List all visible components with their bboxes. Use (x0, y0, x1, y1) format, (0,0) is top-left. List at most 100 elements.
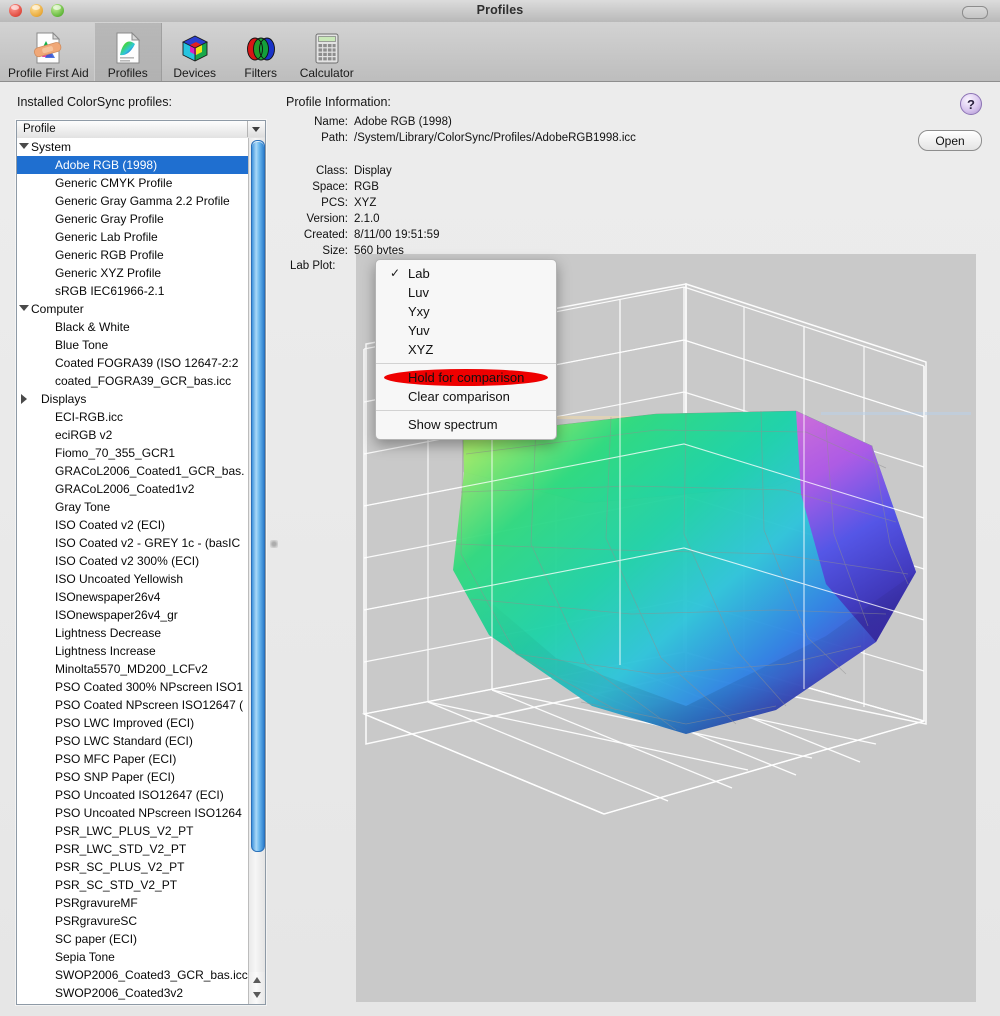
profile-group-row[interactable]: Computer (17, 300, 250, 318)
profile-list-item[interactable]: PSO Uncoated NPscreen ISO1264 (17, 804, 250, 822)
toolbar-item-calculator[interactable]: Calculator (294, 23, 360, 81)
toolbar-label: Profiles (107, 66, 148, 80)
profile-list-item[interactable]: ISOnewspaper26v4 (17, 588, 250, 606)
toolbar-item-filters[interactable]: Filters (228, 23, 294, 81)
profile-list-item[interactable]: SWOP2006_Coated3_GCR_bas.icc (17, 966, 250, 984)
profile-item-label: PSR_LWC_PLUS_V2_PT (55, 824, 194, 838)
profile-list-item[interactable]: PSR_SC_PLUS_V2_PT (17, 858, 250, 876)
open-button[interactable]: Open (918, 130, 982, 151)
profile-list-item[interactable]: eciRGB v2 (17, 426, 250, 444)
profile-list-item[interactable]: PSO Uncoated ISO12647 (ECI) (17, 786, 250, 804)
menu-item[interactable]: Luv (376, 283, 556, 302)
profile-info-key: Version: (306, 213, 348, 225)
profile-item-label: Blue Tone (55, 338, 109, 352)
toolbar-item-profiles[interactable]: Profiles (93, 23, 162, 81)
profile-list-item[interactable]: PSO MFC Paper (ECI) (17, 750, 250, 768)
profile-list-item[interactable]: Generic Gray Gamma 2.2 Profile (17, 192, 250, 210)
profile-list-item[interactable]: GRACoL2006_Coated1_GCR_bas. (17, 462, 250, 480)
profile-group-row[interactable]: System (17, 138, 250, 156)
profile-list-item[interactable]: ISO Coated v2 - GREY 1c - (basIC (17, 534, 250, 552)
colorsync-profiles-window: Profiles Profile First Aid Profiles Devi… (0, 0, 1000, 1016)
menu-item[interactable]: ✓ Lab (376, 264, 556, 283)
profile-list-item[interactable]: PSR_LWC_STD_V2_PT (17, 840, 250, 858)
profile-list-item[interactable]: Sepia Tone (17, 948, 250, 966)
profile-list-item[interactable]: ISO Coated v2 300% (ECI) (17, 552, 250, 570)
profile-list-item[interactable]: ISO Coated v2 (ECI) (17, 516, 250, 534)
help-button[interactable]: ? (960, 93, 982, 115)
profile-item-label: Coated FOGRA39 (ISO 12647-2:2 (55, 356, 239, 370)
profile-list-item[interactable]: Lightness Decrease (17, 624, 250, 642)
profile-info-key: Space: (312, 181, 348, 193)
profile-list-item[interactable]: Black & White (17, 318, 250, 336)
profiles-list[interactable]: Profile System Adobe RGB (1998) Generic CM… (16, 120, 266, 1005)
profile-list-item[interactable]: Gray Tone (17, 498, 250, 516)
profile-list-item[interactable]: Generic Gray Profile (17, 210, 250, 228)
toolbar-item-devices[interactable]: Devices (162, 23, 228, 81)
menu-item[interactable]: Clear comparison (376, 387, 556, 406)
profile-list-item[interactable]: PSR_SC_STD_V2_PT (17, 876, 250, 894)
menu-item-label: Luv (408, 285, 429, 300)
profile-list-item[interactable]: PSR_LWC_PLUS_V2_PT (17, 822, 250, 840)
profile-list-item[interactable]: ECI-RGB.icc (17, 408, 250, 426)
disclosure-triangle-open-icon[interactable] (19, 143, 29, 149)
scrollbar-thumb[interactable] (251, 140, 265, 852)
toolbar-toggle-button[interactable] (962, 6, 988, 19)
toolbar-item-profile-first-aid[interactable]: Profile First Aid (3, 23, 94, 81)
profile-info-row: Space: RGB (286, 179, 906, 195)
profile-info-row: Name: Adobe RGB (1998) (286, 114, 906, 130)
menu-item[interactable]: Yxy (376, 302, 556, 321)
disclosure-triangle-closed-icon[interactable] (21, 394, 27, 404)
profile-list-item[interactable]: Coated FOGRA39 (ISO 12647-2:2 (17, 354, 250, 372)
profile-list-item[interactable]: PSRgravureSC (17, 912, 250, 930)
profile-list-item[interactable]: sRGB IEC61966-2.1 (17, 282, 250, 300)
profile-list-item[interactable]: Generic RGB Profile (17, 246, 250, 264)
profile-list-item[interactable]: PSRgravureMF (17, 894, 250, 912)
profile-list-item[interactable]: ISOnewspaper26v4_gr (17, 606, 250, 624)
profile-info-value: 8/11/00 19:51:59 (354, 229, 440, 241)
profile-list-item[interactable]: ISO Uncoated Yellowish (17, 570, 250, 588)
profile-group-row[interactable]: Displays (17, 390, 250, 408)
profile-list-item[interactable]: Minolta5570_MD200_LCFv2 (17, 660, 250, 678)
lab-plot-popup-menu[interactable]: ✓ Lab Luv Yxy Yuv XYZ Hold for comparison Clear… (375, 259, 557, 440)
disclosure-triangle-open-icon[interactable] (19, 305, 29, 311)
profile-info-row: PCS: XYZ (286, 195, 906, 211)
profile-list-item[interactable]: Blue Tone (17, 336, 250, 354)
profile-list-item[interactable]: Lightness Increase (17, 642, 250, 660)
menu-item[interactable]: XYZ (376, 340, 556, 359)
profile-list-item[interactable]: Generic Lab Profile (17, 228, 250, 246)
profile-list-item[interactable]: Fiomo_70_355_GCR1 (17, 444, 250, 462)
menu-item[interactable]: Hold for comparison (376, 368, 556, 387)
profile-item-label: coated_FOGRA39_GCR_bas.icc (55, 374, 232, 388)
profile-list-item[interactable]: PSO Coated NPscreen ISO12647 ( (17, 696, 250, 714)
profiles-list-body[interactable]: System Adobe RGB (1998) Generic CMYK Profi… (17, 138, 250, 1004)
window-title: Profiles (476, 3, 524, 17)
profile-item-label: Adobe RGB (1998) (55, 158, 158, 172)
scrollbar-arrows[interactable] (249, 972, 265, 1004)
profile-list-item[interactable]: PSO Coated 300% NPscreen ISO1 (17, 678, 250, 696)
profile-item-label: Lightness Increase (55, 644, 156, 658)
profile-list-item[interactable]: GRACoL2006_Coated1v2 (17, 480, 250, 498)
profile-list-item[interactable]: PSO LWC Improved (ECI) (17, 714, 250, 732)
scroll-down-icon[interactable] (253, 992, 261, 998)
profile-list-item[interactable]: PSO LWC Standard (ECI) (17, 732, 250, 750)
profiles-icon (113, 31, 143, 65)
profile-list-item[interactable]: Adobe RGB (1998) (17, 156, 250, 174)
profile-item-label: PSR_SC_STD_V2_PT (55, 878, 178, 892)
pane-splitter-handle[interactable] (270, 540, 278, 548)
profile-list-item[interactable]: SWOP2006_Coated3v2 (17, 984, 250, 1002)
menu-item[interactable]: Show spectrum (376, 415, 556, 434)
profile-list-item[interactable]: PSO SNP Paper (ECI) (17, 768, 250, 786)
profile-info-key: Name: (314, 116, 348, 128)
profiles-list-scrollbar[interactable] (248, 138, 265, 1004)
profiles-column-header[interactable]: Profile (17, 121, 265, 139)
scroll-up-icon[interactable] (253, 977, 261, 983)
profile-item-label: Generic Gray Gamma 2.2 Profile (55, 194, 230, 208)
profile-list-item[interactable]: Generic CMYK Profile (17, 174, 250, 192)
profile-list-item[interactable]: coated_FOGRA39_GCR_bas.icc (17, 372, 250, 390)
profile-list-item[interactable]: Generic XYZ Profile (17, 264, 250, 282)
profile-list-item[interactable]: SC paper (ECI) (17, 930, 250, 948)
sort-chevron-down-icon[interactable] (247, 121, 265, 137)
profile-item-label: Black & White (55, 320, 130, 334)
menu-item[interactable]: Yuv (376, 321, 556, 340)
profile-item-label: Generic Gray Profile (55, 212, 164, 226)
